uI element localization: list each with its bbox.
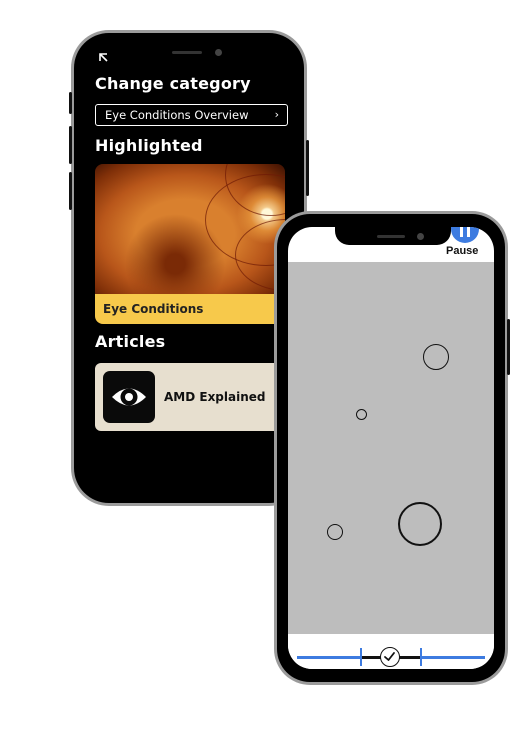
stimulus-circle: [423, 344, 449, 370]
highlighted-section-title: Highlighted: [95, 136, 203, 155]
pause-icon: [451, 227, 479, 243]
phone-notch: [132, 43, 250, 63]
retina-image: [95, 164, 285, 294]
visual-field-test-area[interactable]: [288, 262, 494, 634]
phone-mockup-test: Pause: [274, 211, 510, 685]
back-arrow-icon[interactable]: [98, 53, 112, 65]
power-button: [306, 140, 309, 196]
articles-screen: Change category Eye Conditions Overview …: [84, 43, 294, 493]
side-button: [69, 92, 72, 114]
volume-up-button: [69, 126, 72, 164]
article-card[interactable]: AMD Explained: [95, 363, 285, 431]
phone-notch: [335, 227, 451, 245]
stimulus-circle: [327, 524, 343, 540]
phone-frame: Change category Eye Conditions Overview …: [74, 33, 304, 503]
article-thumbnail: [103, 371, 155, 423]
slider-knob[interactable]: [380, 647, 400, 667]
articles-section-title: Articles: [95, 332, 166, 351]
highlighted-card[interactable]: Eye Conditions: [95, 164, 285, 324]
pause-label: Pause: [446, 245, 479, 257]
article-title: AMD Explained: [164, 390, 266, 404]
category-dropdown[interactable]: Eye Conditions Overview ›: [95, 104, 288, 126]
test-screen: Pause: [288, 227, 494, 669]
phone-mockup-articles: Change category Eye Conditions Overview …: [69, 30, 309, 506]
stimulus-circle: [356, 409, 367, 420]
eye-icon: [112, 388, 146, 406]
category-dropdown-value: Eye Conditions Overview: [105, 108, 249, 122]
stimulus-circle: [398, 502, 442, 546]
slider-tick-right: [420, 648, 422, 666]
power-button: [507, 319, 510, 375]
change-category-title: Change category: [95, 74, 251, 93]
check-icon: [384, 652, 395, 661]
chevron-right-icon: ›: [274, 108, 279, 121]
response-slider[interactable]: [288, 634, 494, 669]
volume-down-button: [69, 172, 72, 210]
pause-button[interactable]: Pause: [446, 227, 480, 265]
highlighted-card-label: Eye Conditions: [95, 294, 285, 324]
phone-frame: Pause: [277, 214, 505, 682]
slider-tick-left: [360, 648, 362, 666]
